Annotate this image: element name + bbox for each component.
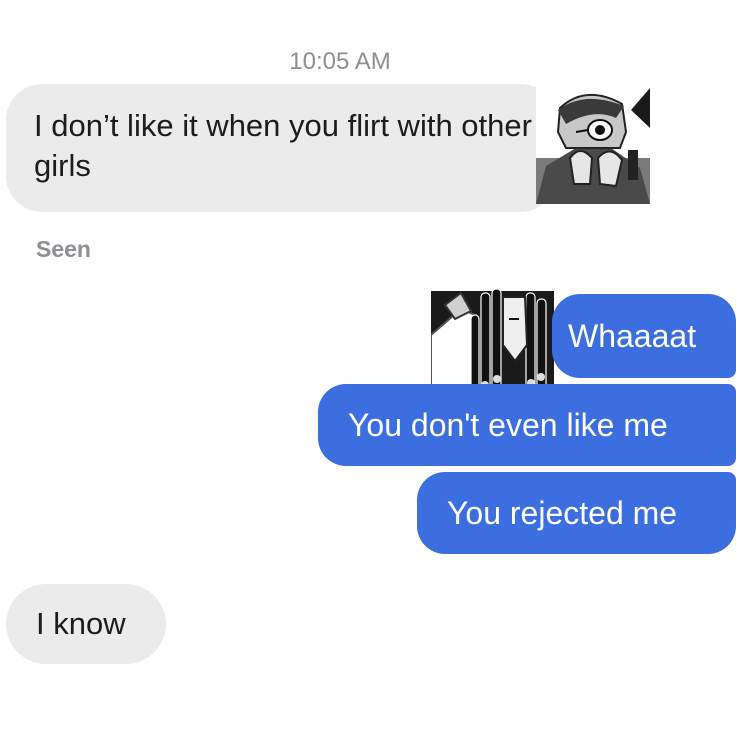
seen-indicator: Seen — [36, 236, 91, 262]
message-bubble-outgoing[interactable]: You rejected me — [417, 472, 736, 554]
message-bubble-incoming[interactable]: I don’t like it when you flirt with othe… — [6, 84, 556, 212]
message-timestamp: 10:05 AM — [289, 48, 391, 75]
message-bubble-outgoing[interactable]: Whaaaat — [552, 294, 736, 378]
message-bubble-incoming[interactable]: I know — [6, 584, 166, 664]
manga-dreadlocks-character-avatar-icon — [431, 275, 554, 399]
message-bubble-outgoing[interactable]: You don't even like me — [318, 384, 736, 466]
manga-character-avatar-icon — [536, 88, 650, 204]
